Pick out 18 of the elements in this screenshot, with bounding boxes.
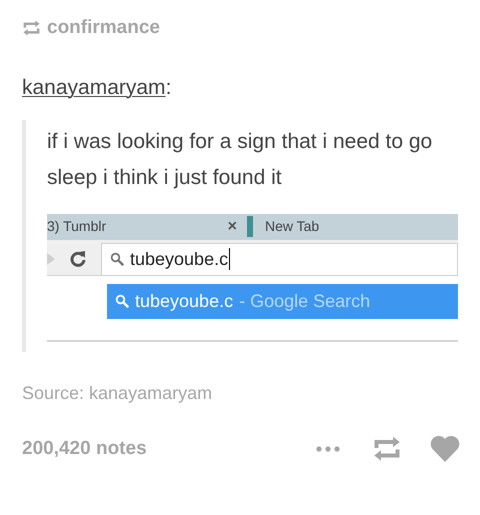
search-icon <box>110 252 124 266</box>
more-options-icon[interactable] <box>316 446 340 452</box>
reblogged-from-blog[interactable]: confirmance <box>47 14 160 42</box>
close-tab-button[interactable]: × <box>228 214 237 238</box>
author-link[interactable]: kanayamaryam <box>22 72 166 104</box>
search-suggestion[interactable]: tubeyoube.c - Google Search <box>107 284 458 318</box>
heart-icon[interactable] <box>430 435 460 462</box>
author-colon: : <box>166 75 172 101</box>
search-icon <box>115 294 129 308</box>
browser-tab[interactable]: 3) Tumblr × <box>47 214 247 238</box>
notes-count[interactable]: 200,420 notes <box>22 434 316 463</box>
source-text[interactable]: Source: kanayamaryam <box>22 380 460 406</box>
reblog-icon[interactable] <box>372 436 402 462</box>
reblog-mark-icon <box>22 20 41 36</box>
reload-icon[interactable] <box>69 250 87 268</box>
quote-text: if i was looking for a sign that i need to go sleep i think i just found it <box>47 128 434 190</box>
address-bar[interactable]: tubeyoube.c <box>101 242 458 276</box>
back-arrow-icon[interactable] <box>47 253 55 265</box>
